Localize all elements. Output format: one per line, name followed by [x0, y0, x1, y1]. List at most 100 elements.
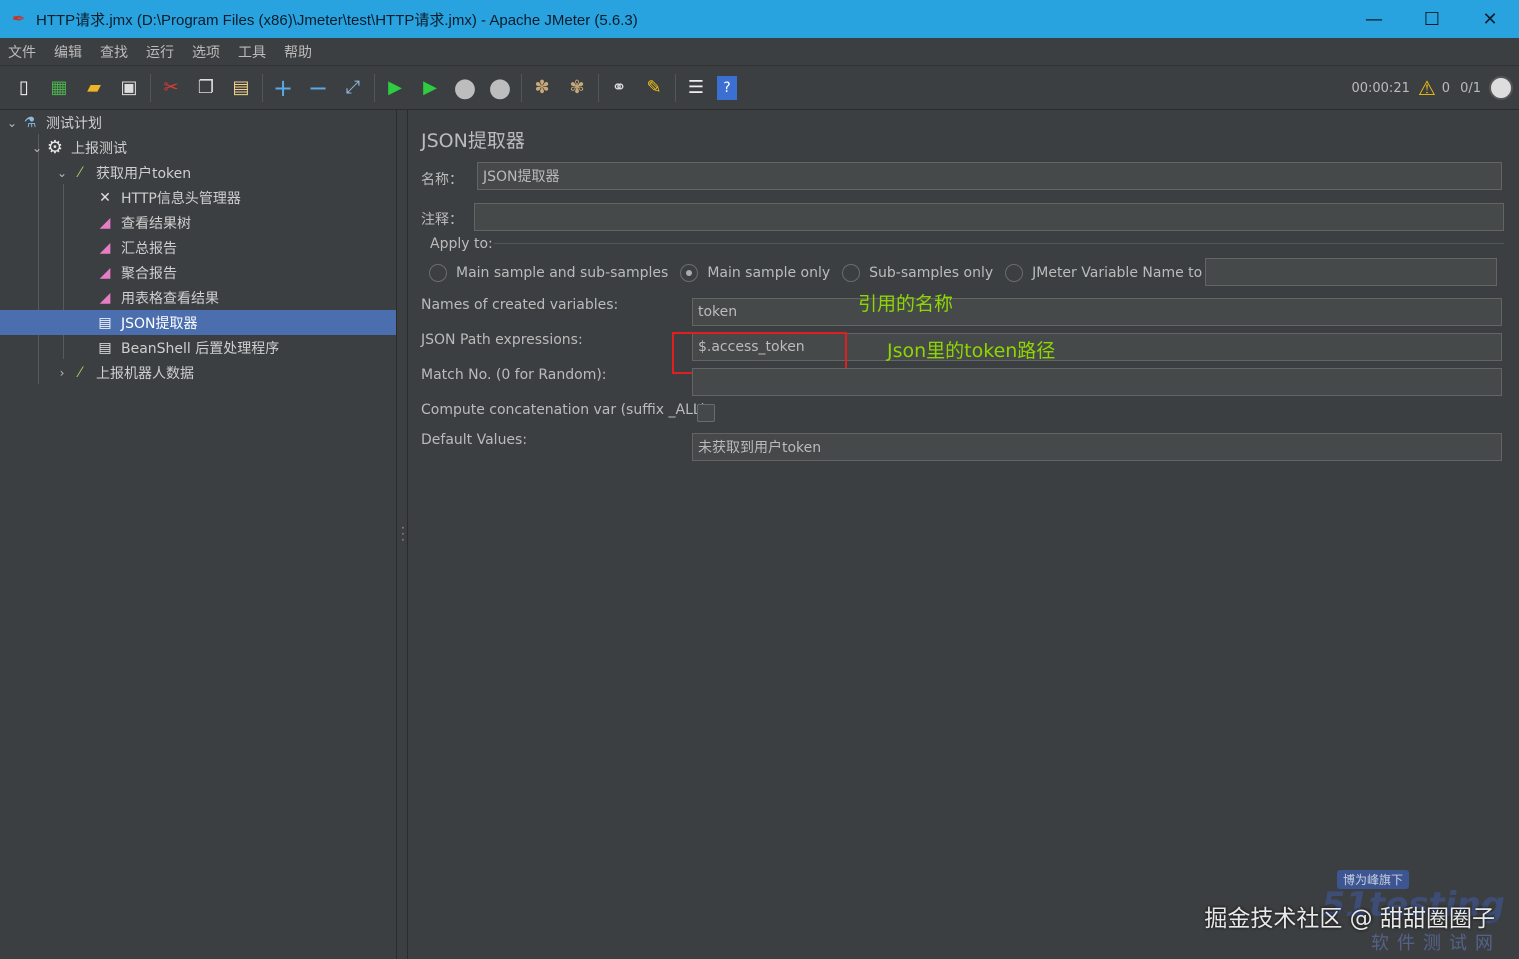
tree-node-label: BeanShell 后置处理程序: [121, 340, 280, 357]
post-processor-icon: ▤: [98, 339, 112, 356]
tree-node-beanshell[interactable]: ▤ BeanShell 后置处理程序: [79, 335, 396, 360]
tree-node-test-plan[interactable]: ⌄ ⚗ 测试计划: [4, 110, 396, 135]
radio-main-only[interactable]: [680, 264, 699, 282]
default-label: Default Values:: [421, 432, 528, 448]
collapse-arrow-icon[interactable]: ⌄: [29, 141, 45, 155]
watermark-sub: 软件测试网: [1371, 933, 1501, 954]
expand-icon[interactable]: +: [269, 74, 297, 102]
reset-search-broom-icon[interactable]: ✎: [640, 74, 668, 102]
splitter[interactable]: · · ·: [397, 110, 408, 959]
open-icon[interactable]: ▰: [80, 74, 108, 102]
shutdown-icon[interactable]: ●: [486, 73, 514, 103]
json-extractor-panel: JSON提取器 名称： JSON提取器 注释： Apply to: Main s…: [409, 110, 1519, 959]
apply-to-options: Main sample and sub-samples Main sample …: [429, 260, 1243, 286]
tree-node-view-results-tree[interactable]: ◢ 查看结果树: [79, 210, 396, 235]
cut-icon[interactable]: ✂: [157, 74, 185, 102]
tree-node-label: JSON提取器: [121, 315, 198, 332]
menu-options[interactable]: 选项: [192, 42, 220, 62]
match-label: Match No. (0 for Random):: [421, 367, 607, 383]
pipette-icon: ⁄: [78, 164, 82, 181]
start-no-pauses-icon[interactable]: ▶: [416, 74, 444, 102]
tree-node-json-extractor[interactable]: ▤ JSON提取器: [0, 310, 396, 335]
tree-node-header-manager[interactable]: ✕ HTTP信息头管理器: [79, 185, 396, 210]
tree-node-label: 上报测试: [71, 140, 127, 157]
stop-icon[interactable]: ●: [451, 73, 479, 103]
test-plan-icon: ⚗: [23, 114, 37, 131]
test-plan-tree: ⌄ ⚗ 测试计划 ⌄ ⚙ 上报测试 ⌄ ⁄ 获取用户token ✕ HTTP信息…: [0, 110, 397, 959]
tree-node-aggregate-report[interactable]: ◢ 聚合报告: [79, 260, 396, 285]
window-title: HTTP请求.jmx (D:\Program Files (x86)\Jmete…: [36, 11, 638, 29]
toolbar-divider: [374, 73, 375, 102]
radio-jmeter-var[interactable]: [1005, 264, 1024, 282]
default-field[interactable]: 未获取到用户token: [692, 433, 1502, 461]
window-controls: — ☐ ✕: [1345, 0, 1519, 38]
toolbar-divider: [675, 73, 676, 102]
comment-label: 注释：: [421, 212, 463, 228]
config-tools-icon: ✕: [99, 189, 111, 206]
toggle-icon[interactable]: ⤢: [339, 74, 367, 102]
radio-main-only-label: Main sample only: [707, 265, 831, 281]
gear-icon: ⚙: [46, 137, 64, 158]
function-helper-icon[interactable]: ☰: [682, 74, 710, 102]
close-button[interactable]: ✕: [1461, 0, 1519, 38]
menu-edit[interactable]: 编辑: [54, 42, 82, 62]
listener-chart-icon: ◢: [99, 214, 111, 231]
radio-sub-only[interactable]: [842, 264, 861, 282]
match-field[interactable]: [692, 368, 1502, 396]
jmeter-var-field[interactable]: [1205, 258, 1497, 286]
menu-run[interactable]: 运行: [146, 42, 174, 62]
expand-arrow-icon[interactable]: ›: [54, 366, 70, 380]
menu-file[interactable]: 文件: [8, 42, 36, 62]
splitter-grip-icon[interactable]: · · ·: [401, 522, 405, 546]
concat-checkbox[interactable]: [697, 404, 715, 422]
warning-count: 0: [1441, 80, 1451, 96]
save-icon[interactable]: ▣: [115, 74, 143, 102]
tree-node-sampler-robot[interactable]: › ⁄ 上报机器人数据: [54, 360, 396, 385]
clear-icon[interactable]: ✽: [528, 74, 556, 102]
minimize-button[interactable]: —: [1345, 0, 1403, 38]
name-field[interactable]: JSON提取器: [477, 162, 1502, 190]
copy-icon[interactable]: ❐: [192, 74, 220, 102]
templates-icon[interactable]: ▦: [45, 74, 73, 102]
toolbar-divider: [598, 73, 599, 102]
vars-field[interactable]: token: [692, 298, 1502, 326]
collapse-icon[interactable]: −: [304, 74, 332, 102]
maximize-button[interactable]: ☐: [1403, 0, 1461, 38]
tree-node-label: 获取用户token: [96, 165, 192, 182]
tree-node-summary-report[interactable]: ◢ 汇总报告: [79, 235, 396, 260]
collapse-arrow-icon[interactable]: ⌄: [54, 166, 70, 180]
tree-node-label: HTTP信息头管理器: [121, 190, 241, 207]
radio-selected-dot: [686, 270, 693, 276]
toolbar: ▯ ▦ ▰ ▣ ✂ ❐ ▤ + − ⤢ ▶ ▶ ● ● ✽ ✾ ⚭ ✎ ☰ ? …: [0, 66, 1519, 110]
tree-node-sampler-token[interactable]: ⌄ ⁄ 获取用户token: [54, 160, 396, 185]
tree-node-label: 上报机器人数据: [96, 365, 194, 382]
jmeter-feather-icon: ✒: [12, 9, 26, 28]
warning-icon[interactable]: ⚠: [1418, 76, 1436, 100]
remote-status-icon[interactable]: [1489, 76, 1513, 100]
tree-node-thread-group[interactable]: ⌄ ⚙ 上报测试: [29, 135, 396, 160]
toolbar-divider: [262, 73, 263, 102]
comment-field[interactable]: [474, 203, 1504, 231]
radio-main-and-sub[interactable]: [429, 264, 447, 282]
clear-all-icon[interactable]: ✾: [563, 74, 591, 102]
json-path-label: JSON Path expressions:: [421, 332, 583, 348]
help-icon[interactable]: ?: [717, 75, 737, 100]
title-bar: ✒ HTTP请求.jmx (D:\Program Files (x86)\Jme…: [0, 0, 1519, 38]
watermark-badge: 博为峰旗下: [1336, 870, 1409, 889]
menu-tools[interactable]: 工具: [238, 42, 266, 62]
tree-node-label: 查看结果树: [121, 215, 191, 232]
status-area: 00:00:21 ⚠ 0 0/1: [1351, 66, 1513, 110]
apply-to-border: [494, 243, 1504, 244]
panel-title: JSON提取器: [421, 130, 525, 152]
menu-help[interactable]: 帮助: [284, 42, 312, 62]
search-binoculars-icon[interactable]: ⚭: [605, 74, 633, 102]
menu-search[interactable]: 查找: [100, 42, 128, 62]
collapse-arrow-icon[interactable]: ⌄: [4, 116, 20, 130]
tree-node-table-results[interactable]: ◢ 用表格查看结果: [79, 285, 396, 310]
toolbar-divider: [150, 73, 151, 102]
new-icon[interactable]: ▯: [10, 74, 38, 102]
listener-chart-icon: ◢: [99, 239, 111, 256]
paste-icon[interactable]: ▤: [227, 74, 255, 102]
pipette-icon: ⁄: [78, 364, 82, 381]
start-icon[interactable]: ▶: [381, 74, 409, 102]
